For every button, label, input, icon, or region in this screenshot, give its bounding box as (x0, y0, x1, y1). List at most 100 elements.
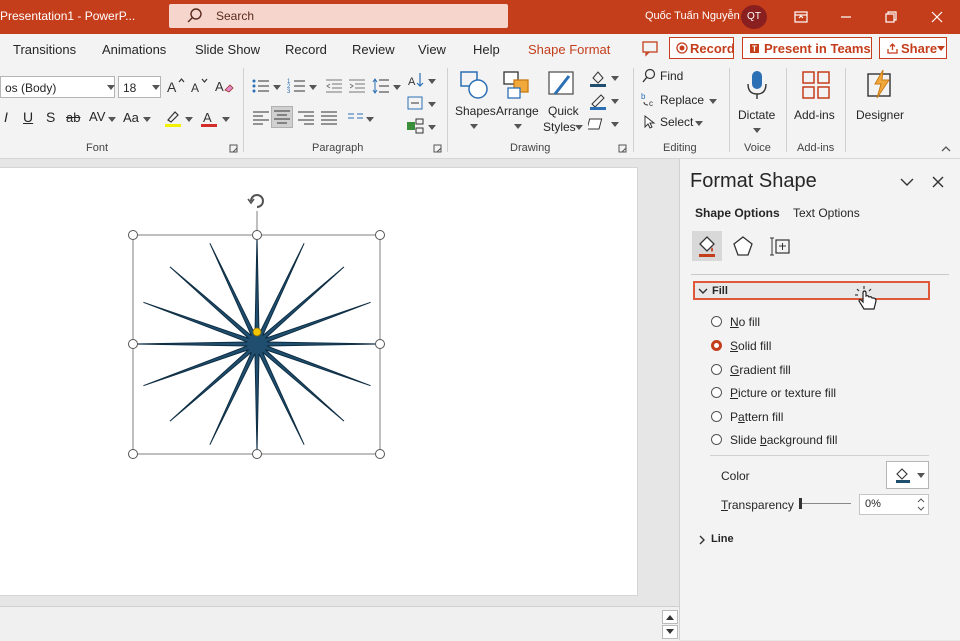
gradient-fill-radio[interactable] (711, 364, 722, 375)
underline-icon[interactable]: U (23, 109, 33, 125)
fill-line-tab[interactable] (692, 231, 722, 261)
fill-color-picker[interactable] (886, 461, 929, 489)
shadow-text-icon[interactable]: S (46, 109, 55, 125)
solid-fill-radio[interactable] (711, 340, 722, 351)
dictate-button[interactable]: Dictate (736, 68, 778, 138)
line-section-header[interactable]: Line (697, 533, 757, 549)
dialog-launcher-icon[interactable] (229, 144, 238, 153)
text-direction-icon[interactable]: A (407, 70, 427, 90)
transparency-input[interactable]: 0% (859, 494, 929, 515)
spinner-icon[interactable] (916, 496, 926, 513)
pane-close-icon[interactable] (931, 175, 945, 189)
add-ins-button[interactable]: Add-ins (793, 68, 839, 128)
highlight-icon[interactable] (163, 108, 183, 128)
decrease-font-icon[interactable]: A (190, 76, 210, 96)
shape-effects-icon[interactable] (588, 114, 608, 134)
tab-text-options[interactable]: Text Options (793, 206, 860, 220)
shape-fill-icon[interactable] (588, 68, 608, 88)
close-icon[interactable] (926, 6, 948, 28)
resize-handle-top-right[interactable] (375, 230, 385, 240)
search-box[interactable]: Search (169, 4, 508, 28)
shape-outline-icon[interactable] (588, 91, 608, 111)
justify-icon[interactable] (319, 108, 339, 128)
minimize-icon[interactable] (835, 6, 857, 28)
resize-handle-bottom-right[interactable] (375, 449, 385, 459)
shapes-button[interactable]: Shapes (455, 68, 496, 138)
transparency-slider-thumb[interactable] (799, 498, 802, 509)
tab-animations[interactable]: Animations (102, 42, 166, 57)
resize-handle-bottom-left[interactable] (128, 449, 138, 459)
starburst-shape[interactable] (133, 234, 381, 454)
font-color-icon[interactable]: A (199, 108, 219, 128)
clear-formatting-icon[interactable]: A (214, 76, 234, 96)
find-button[interactable]: Find (641, 68, 711, 88)
tab-help[interactable]: Help (473, 42, 500, 57)
line-spacing-icon[interactable] (371, 76, 391, 96)
slide-background-fill-radio[interactable] (711, 434, 722, 445)
bullets-icon[interactable] (251, 76, 271, 96)
character-spacing-icon[interactable]: AV (89, 109, 105, 124)
columns-icon[interactable] (346, 108, 366, 128)
select-button[interactable]: Select (641, 114, 711, 134)
arrange-button[interactable]: Arrange (496, 68, 540, 138)
starburst-path[interactable] (133, 234, 381, 454)
fill-section-header[interactable]: Fill (693, 281, 930, 300)
align-left-icon[interactable] (251, 108, 271, 128)
replace-button[interactable]: bc Replace (641, 91, 721, 111)
size-properties-icon[interactable] (768, 234, 792, 258)
picture-texture-fill-radio[interactable] (711, 387, 722, 398)
solid-fill-option[interactable]: Solid fill (711, 338, 911, 354)
italic-icon[interactable]: I (4, 109, 8, 125)
ribbon-display-icon[interactable] (790, 6, 812, 28)
avatar[interactable]: QT (741, 5, 767, 29)
record-button[interactable]: Record (669, 37, 735, 59)
font-name-dropdown[interactable]: os (Body) (0, 76, 115, 98)
designer-button[interactable]: Designer (853, 68, 909, 128)
picture-texture-fill-option[interactable]: Picture or texture fill (711, 385, 911, 401)
resize-handle-top[interactable] (252, 230, 262, 240)
slide-background-fill-option[interactable]: Slide background fill (711, 432, 911, 448)
quick-styles-button[interactable]: Quick Styles (541, 68, 585, 138)
adjustment-handle[interactable] (252, 327, 262, 337)
align-text-icon[interactable] (405, 93, 425, 113)
numbering-icon[interactable]: 123 (287, 76, 307, 96)
no-fill-radio[interactable] (711, 316, 722, 327)
resize-handle-left[interactable] (128, 339, 138, 349)
transparency-slider-track[interactable] (800, 503, 851, 504)
share-button[interactable]: Share (879, 37, 947, 59)
rotate-handle-icon[interactable] (247, 193, 265, 209)
tab-view[interactable]: View (418, 42, 446, 57)
effects-pentagon-icon[interactable] (731, 234, 755, 258)
align-right-icon[interactable] (296, 108, 316, 128)
tab-shape-format[interactable]: Shape Format (528, 42, 610, 57)
tab-slide-show[interactable]: Slide Show (195, 42, 260, 57)
strikethrough-icon[interactable]: ab (66, 110, 80, 125)
resize-handle-bottom[interactable] (252, 449, 262, 459)
no-fill-option[interactable]: No fill (711, 314, 911, 330)
scroll-up-button[interactable] (662, 610, 678, 624)
tab-record[interactable]: Record (285, 42, 327, 57)
dialog-launcher-icon[interactable] (433, 144, 442, 153)
resize-handle-right[interactable] (375, 339, 385, 349)
change-case-button[interactable]: Aa (123, 110, 139, 125)
smartart-icon[interactable] (405, 116, 425, 136)
tab-transitions[interactable]: Transitions (13, 42, 76, 57)
pattern-fill-radio[interactable] (711, 411, 722, 422)
restore-icon[interactable] (880, 6, 902, 28)
comments-icon[interactable] (640, 38, 660, 58)
increase-indent-icon[interactable] (347, 76, 367, 96)
resize-handle-top-left[interactable] (128, 230, 138, 240)
increase-font-icon[interactable]: A (166, 76, 186, 96)
gradient-fill-option[interactable]: Gradient fill (711, 362, 911, 378)
align-center-button[interactable] (271, 106, 293, 128)
present-in-teams-button[interactable]: T Present in Teams (742, 37, 872, 59)
collapse-ribbon-icon[interactable] (940, 144, 952, 154)
font-size-dropdown[interactable]: 18 (118, 76, 161, 98)
decrease-indent-icon[interactable] (324, 76, 344, 96)
scroll-down-button[interactable] (662, 625, 678, 639)
pattern-fill-option[interactable]: Pattern fill (711, 409, 911, 425)
tab-review[interactable]: Review (352, 42, 395, 57)
pane-options-chevron-icon[interactable] (899, 176, 915, 188)
tab-shape-options[interactable]: Shape Options (695, 206, 780, 220)
dialog-launcher-icon[interactable] (618, 144, 627, 153)
